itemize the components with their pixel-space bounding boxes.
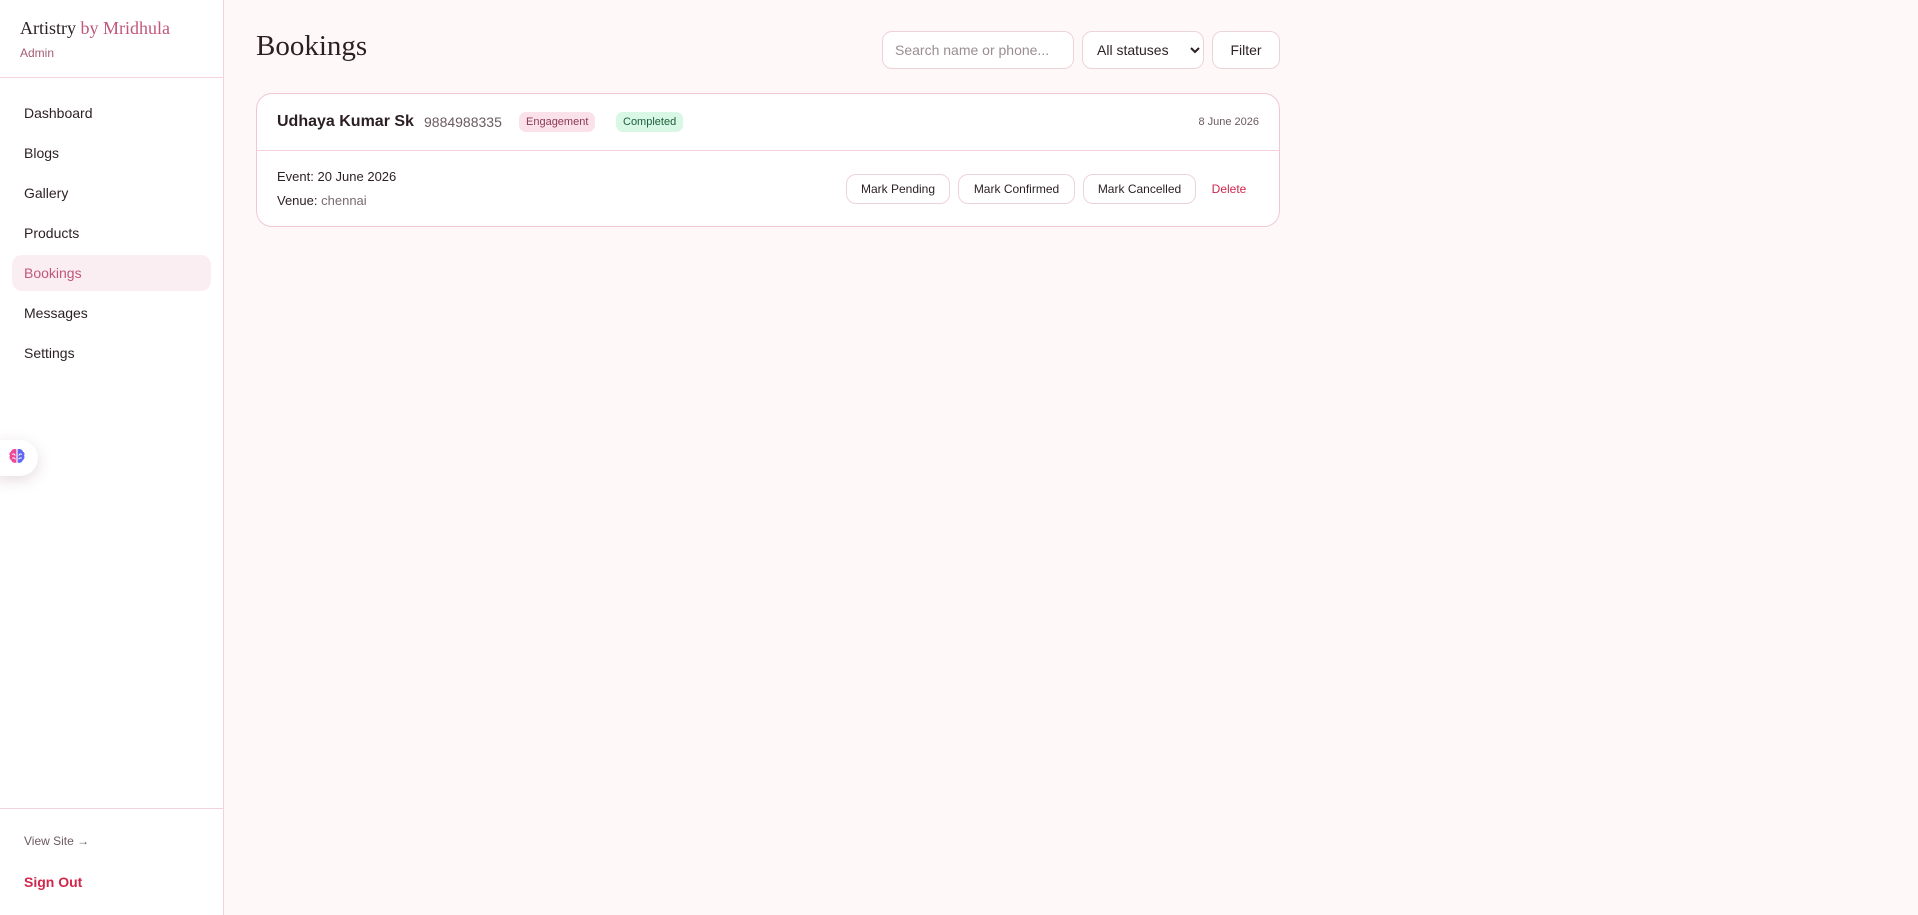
brand-logo[interactable]: Artistry by Mridhula [20, 18, 170, 39]
event-type-badge: Engagement [519, 112, 596, 132]
sidebar-item-blogs[interactable]: Blogs [12, 135, 211, 171]
customer-phone: 9884988335 [424, 114, 502, 130]
sign-out-button[interactable]: Sign Out [24, 874, 82, 890]
view-site-link[interactable]: View Site → [24, 834, 89, 848]
mark-pending-button[interactable]: Mark Pending [846, 174, 950, 204]
sidebar-item-gallery[interactable]: Gallery [12, 175, 211, 211]
booking-created-date: 8 June 2026 [1198, 116, 1259, 128]
sidebar-item-settings[interactable]: Settings [12, 335, 211, 371]
page-title: Bookings [256, 30, 368, 62]
customer-name: Udhaya Kumar Sk [277, 113, 414, 130]
sidebar-divider [0, 77, 223, 78]
event-date: Event: 20 June 2026 [277, 169, 397, 184]
sidebar-item-bookings[interactable]: Bookings [12, 255, 211, 291]
status-badge: Completed [616, 112, 684, 132]
search-input[interactable] [882, 31, 1074, 69]
floating-assistant-button[interactable] [0, 440, 38, 476]
sidebar-item-dashboard[interactable]: Dashboard [12, 95, 211, 131]
brain-icon [7, 446, 27, 471]
booking-card-header: Udhaya Kumar Sk 9884988335 Engagement Co… [257, 94, 1279, 151]
brand-accent: by Mridhula [80, 18, 171, 38]
venue-label: Venue: [277, 193, 318, 208]
brand-subtitle: Admin [20, 46, 55, 60]
sidebar-nav: Dashboard Blogs Gallery Products Booking… [12, 95, 211, 375]
mark-confirmed-button[interactable]: Mark Confirmed [958, 174, 1075, 204]
sidebar-item-products[interactable]: Products [12, 215, 211, 251]
status-filter-select[interactable]: All statuses [1082, 31, 1204, 69]
venue-value: chennai [321, 193, 367, 208]
venue-line: Venue: chennai [277, 193, 367, 208]
mark-cancelled-button[interactable]: Mark Cancelled [1083, 174, 1196, 204]
sidebar-bottom-divider [0, 808, 223, 809]
sidebar-item-messages[interactable]: Messages [12, 295, 211, 331]
booking-card: Udhaya Kumar Sk 9884988335 Engagement Co… [256, 93, 1280, 227]
filter-button[interactable]: Filter [1212, 31, 1280, 69]
delete-button[interactable]: Delete [1204, 174, 1254, 204]
brand-main: Artistry [20, 18, 76, 38]
